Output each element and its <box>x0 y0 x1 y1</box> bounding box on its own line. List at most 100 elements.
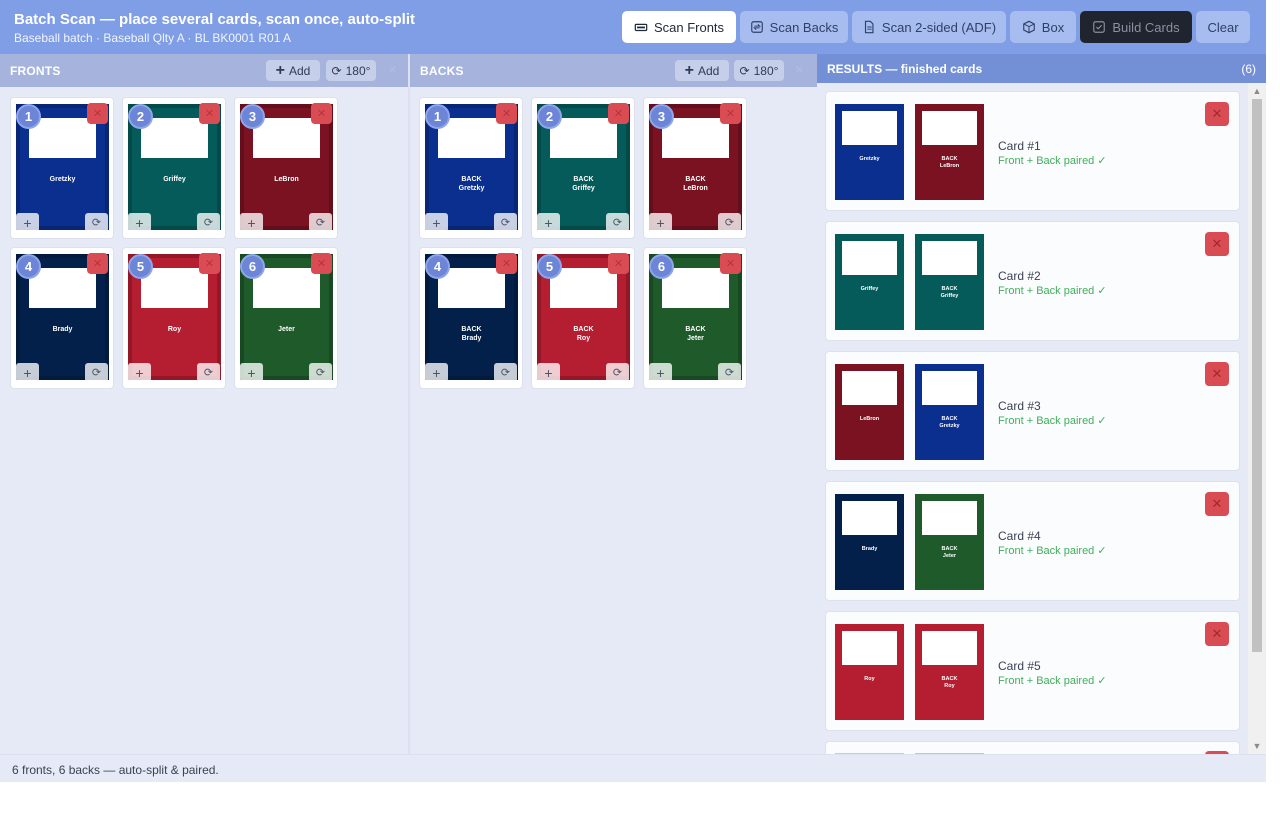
results-title: RESULTS — finished cards <box>827 62 983 76</box>
front-card-2[interactable]: Griffey 2 ✕ + ⟳ <box>122 97 226 239</box>
card-name: Roy <box>167 326 182 333</box>
remove-card-icon[interactable]: ✕ <box>496 253 517 274</box>
card-add-icon[interactable]: + <box>537 213 560 232</box>
result-card-5[interactable]: Roy BACK Roy Card #5 Front + Back paired … <box>825 611 1240 731</box>
result-card-1[interactable]: Gretzky BACK LeBron Card #1 Front + Back … <box>825 91 1240 211</box>
fronts-panel: FRONTS + Add ⟳ 180° × Gretzky 1 ✕ + ⟳ Gr… <box>0 54 408 754</box>
back-card-6[interactable]: BACK Jeter 6 ✕ + ⟳ <box>643 247 747 389</box>
card-add-icon[interactable]: + <box>649 213 672 232</box>
remove-card-icon[interactable]: ✕ <box>311 103 332 124</box>
card-add-icon[interactable]: + <box>240 213 263 232</box>
front-card-1[interactable]: Gretzky 1 ✕ + ⟳ <box>10 97 114 239</box>
card-name: Roy <box>576 335 591 342</box>
scrollbar-thumb[interactable] <box>1252 99 1262 652</box>
remove-result-icon[interactable]: ✕ <box>1205 362 1229 386</box>
results-scrollbar[interactable]: ▲ ▼ <box>1248 83 1266 754</box>
card-rotate-icon[interactable]: ⟳ <box>309 213 332 232</box>
remove-card-icon[interactable]: ✕ <box>199 253 220 274</box>
result-card-3[interactable]: LeBron BACK Gretzky Card #3 Front + Back … <box>825 351 1240 471</box>
card-rotate-icon[interactable]: ⟳ <box>494 363 517 382</box>
result-card-2[interactable]: Griffey BACK Griffey Card #2 Front + Back… <box>825 221 1240 341</box>
back-card-2[interactable]: BACK Griffey 2 ✕ + ⟳ <box>531 97 635 239</box>
back-card-4[interactable]: BACK Brady 4 ✕ + ⟳ <box>419 247 523 389</box>
card-add-icon[interactable]: + <box>128 213 151 232</box>
remove-result-icon[interactable]: ✕ <box>1205 102 1229 126</box>
result-front-thumb: Roy <box>835 624 904 720</box>
front-card-5[interactable]: Roy 5 ✕ + ⟳ <box>122 247 226 389</box>
card-rotate-icon[interactable]: ⟳ <box>606 213 629 232</box>
card-rotate-icon[interactable]: ⟳ <box>309 363 332 382</box>
card-add-icon[interactable]: + <box>425 213 448 232</box>
remove-result-icon[interactable]: ✕ <box>1205 622 1229 646</box>
front-card-3[interactable]: LeBron 3 ✕ + ⟳ <box>234 97 338 239</box>
clear-label: Clear <box>1207 19 1239 35</box>
scan-two-sided-button[interactable]: Scan 2-sided (ADF) <box>852 11 1006 43</box>
scan-backs-button[interactable]: Scan Backs <box>740 11 848 43</box>
remove-card-icon[interactable]: ✕ <box>87 103 108 124</box>
fronts-rotate-button[interactable]: ⟳ 180° <box>326 60 376 81</box>
result-card-4[interactable]: Brady BACK Jeter Card #4 Front + Back pai… <box>825 481 1240 601</box>
card-name: Brady <box>861 546 878 552</box>
card-rotate-icon[interactable]: ⟳ <box>197 213 220 232</box>
card-back-text: BACK Jeter <box>917 546 982 560</box>
backs-rotate-label: 180° <box>753 63 779 78</box>
check-square-icon <box>1093 21 1106 33</box>
scanner-icon <box>634 23 648 32</box>
back-card-1[interactable]: BACK Gretzky 1 ✕ + ⟳ <box>419 97 523 239</box>
backs-close-icon[interactable]: × <box>793 62 806 76</box>
remove-card-icon[interactable]: ✕ <box>87 253 108 274</box>
clear-button[interactable]: Clear <box>1196 11 1250 43</box>
scan-fronts-button[interactable]: Scan Fronts <box>622 11 736 43</box>
card-number-badge: 5 <box>537 254 562 279</box>
remove-result-icon[interactable]: ✕ <box>1205 492 1229 516</box>
card-rotate-icon[interactable]: ⟳ <box>606 363 629 382</box>
remove-card-icon[interactable]: ✕ <box>720 253 741 274</box>
result-card-6-partial[interactable] <box>825 741 1240 754</box>
scroll-down-icon[interactable]: ▼ <box>1248 738 1266 754</box>
card-rotate-icon[interactable]: ⟳ <box>494 213 517 232</box>
card-rotate-icon[interactable]: ⟳ <box>718 363 741 382</box>
backs-rotate-button[interactable]: ⟳ 180° <box>734 60 784 81</box>
card-add-icon[interactable]: + <box>128 363 151 382</box>
front-card-6[interactable]: Jeter 6 ✕ + ⟳ <box>234 247 338 389</box>
card-add-icon[interactable]: + <box>537 363 560 382</box>
back-card-3[interactable]: BACK LeBron 3 ✕ + ⟳ <box>643 97 747 239</box>
card-rotate-icon[interactable]: ⟳ <box>85 363 108 382</box>
card-rotate-icon[interactable]: ⟳ <box>85 213 108 232</box>
remove-result-icon[interactable]: ✕ <box>1205 232 1229 256</box>
backs-add-label: Add <box>697 63 720 78</box>
scroll-up-icon[interactable]: ▲ <box>1248 83 1266 99</box>
card-add-icon[interactable]: + <box>425 363 448 382</box>
box-label: Box <box>1041 19 1065 35</box>
front-card-4[interactable]: Brady 4 ✕ + ⟳ <box>10 247 114 389</box>
remove-card-icon[interactable]: ✕ <box>720 103 741 124</box>
fronts-add-button[interactable]: + Add <box>266 60 320 81</box>
remove-card-icon[interactable]: ✕ <box>496 103 517 124</box>
box-button[interactable]: Box <box>1010 11 1076 43</box>
card-name: Gretzky <box>49 176 76 183</box>
photo-window <box>29 118 96 158</box>
remove-card-icon[interactable]: ✕ <box>199 103 220 124</box>
card-name: LeBron <box>859 416 880 422</box>
result-front-thumb: Griffey <box>835 234 904 330</box>
remove-card-icon[interactable]: ✕ <box>311 253 332 274</box>
fronts-panel-header: FRONTS + Add ⟳ 180° × <box>0 54 408 87</box>
card-rotate-icon[interactable]: ⟳ <box>718 213 741 232</box>
card-add-icon[interactable]: + <box>649 363 672 382</box>
remove-card-icon[interactable]: ✕ <box>608 103 629 124</box>
back-card-5[interactable]: BACK Roy 5 ✕ + ⟳ <box>531 247 635 389</box>
results-list[interactable]: Gretzky BACK LeBron Card #1 Front + Back … <box>817 83 1247 754</box>
card-back-text: BACK Roy <box>917 676 982 690</box>
card-add-icon[interactable]: + <box>240 363 263 382</box>
card-number-badge: 4 <box>425 254 450 279</box>
build-cards-button[interactable]: Build Cards <box>1080 11 1192 43</box>
card-rotate-icon[interactable]: ⟳ <box>197 363 220 382</box>
card-back-text: BACK LeBron <box>655 175 736 193</box>
fronts-close-icon[interactable]: × <box>386 62 399 76</box>
back-label: BACK <box>941 546 958 552</box>
card-add-icon[interactable]: + <box>16 213 39 232</box>
backs-add-button[interactable]: + Add <box>675 60 729 81</box>
photo-window <box>438 118 505 158</box>
card-add-icon[interactable]: + <box>16 363 39 382</box>
remove-card-icon[interactable]: ✕ <box>608 253 629 274</box>
